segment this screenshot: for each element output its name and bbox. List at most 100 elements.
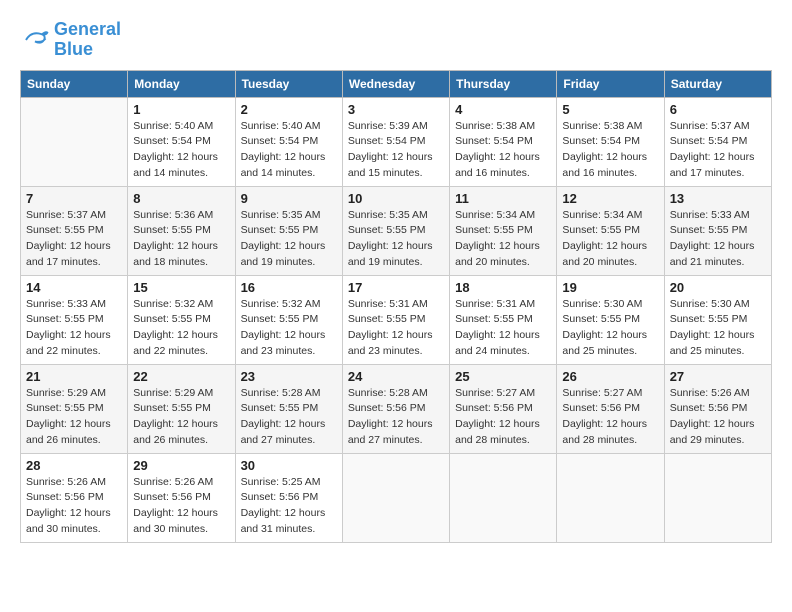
calendar-cell: 23 Sunrise: 5:28 AM Sunset: 5:55 PM Dayli…	[235, 364, 342, 453]
day-info: Sunrise: 5:29 AM Sunset: 5:55 PM Dayligh…	[26, 386, 122, 449]
calendar-cell: 16 Sunrise: 5:32 AM Sunset: 5:55 PM Dayli…	[235, 275, 342, 364]
day-number: 29	[133, 458, 229, 473]
day-info: Sunrise: 5:26 AM Sunset: 5:56 PM Dayligh…	[133, 475, 229, 538]
calendar-cell: 24 Sunrise: 5:28 AM Sunset: 5:56 PM Dayli…	[342, 364, 449, 453]
day-info: Sunrise: 5:32 AM Sunset: 5:55 PM Dayligh…	[241, 297, 337, 360]
day-number: 12	[562, 191, 658, 206]
day-info: Sunrise: 5:30 AM Sunset: 5:55 PM Dayligh…	[670, 297, 766, 360]
calendar-cell	[450, 453, 557, 542]
calendar-cell: 25 Sunrise: 5:27 AM Sunset: 5:56 PM Dayli…	[450, 364, 557, 453]
day-number: 8	[133, 191, 229, 206]
day-info: Sunrise: 5:39 AM Sunset: 5:54 PM Dayligh…	[348, 119, 444, 182]
day-number: 21	[26, 369, 122, 384]
calendar-cell: 9Sunrise: 5:35 AM Sunset: 5:55 PM Daylig…	[235, 186, 342, 275]
calendar-cell: 10 Sunrise: 5:35 AM Sunset: 5:55 PM Dayli…	[342, 186, 449, 275]
day-info: Sunrise: 5:34 AM Sunset: 5:55 PM Dayligh…	[455, 208, 551, 271]
day-info: Sunrise: 5:40 AM Sunset: 5:54 PM Dayligh…	[133, 119, 229, 182]
day-info: Sunrise: 5:27 AM Sunset: 5:56 PM Dayligh…	[455, 386, 551, 449]
day-info: Sunrise: 5:36 AM Sunset: 5:55 PM Dayligh…	[133, 208, 229, 271]
day-info: Sunrise: 5:28 AM Sunset: 5:56 PM Dayligh…	[348, 386, 444, 449]
day-of-week-header: Tuesday	[235, 70, 342, 97]
day-info: Sunrise: 5:26 AM Sunset: 5:56 PM Dayligh…	[670, 386, 766, 449]
calendar-cell: 19Sunrise: 5:30 AM Sunset: 5:55 PM Dayli…	[557, 275, 664, 364]
calendar-cell	[557, 453, 664, 542]
calendar-cell: 15 Sunrise: 5:32 AM Sunset: 5:55 PM Dayli…	[128, 275, 235, 364]
day-info: Sunrise: 5:35 AM Sunset: 5:55 PM Dayligh…	[241, 208, 337, 271]
logo-text: General Blue	[54, 20, 121, 60]
day-info: Sunrise: 5:34 AM Sunset: 5:55 PM Dayligh…	[562, 208, 658, 271]
calendar-cell: 6Sunrise: 5:37 AM Sunset: 5:54 PM Daylig…	[664, 97, 771, 186]
calendar-cell: 17 Sunrise: 5:31 AM Sunset: 5:55 PM Dayli…	[342, 275, 449, 364]
day-number: 17	[348, 280, 444, 295]
calendar-cell: 22 Sunrise: 5:29 AM Sunset: 5:55 PM Dayli…	[128, 364, 235, 453]
calendar-cell: 5 Sunrise: 5:38 AM Sunset: 5:54 PM Daylig…	[557, 97, 664, 186]
day-number: 15	[133, 280, 229, 295]
day-number: 24	[348, 369, 444, 384]
day-info: Sunrise: 5:25 AM Sunset: 5:56 PM Dayligh…	[241, 475, 337, 538]
calendar-cell: 3 Sunrise: 5:39 AM Sunset: 5:54 PM Daylig…	[342, 97, 449, 186]
day-number: 25	[455, 369, 551, 384]
day-info: Sunrise: 5:31 AM Sunset: 5:55 PM Dayligh…	[455, 297, 551, 360]
calendar-week-row: 7Sunrise: 5:37 AM Sunset: 5:55 PM Daylig…	[21, 186, 772, 275]
day-info: Sunrise: 5:31 AM Sunset: 5:55 PM Dayligh…	[348, 297, 444, 360]
day-info: Sunrise: 5:35 AM Sunset: 5:55 PM Dayligh…	[348, 208, 444, 271]
day-of-week-header: Wednesday	[342, 70, 449, 97]
day-info: Sunrise: 5:40 AM Sunset: 5:54 PM Dayligh…	[241, 119, 337, 182]
calendar-cell: 28 Sunrise: 5:26 AM Sunset: 5:56 PM Dayli…	[21, 453, 128, 542]
calendar-cell: 1 Sunrise: 5:40 AM Sunset: 5:54 PM Daylig…	[128, 97, 235, 186]
day-number: 13	[670, 191, 766, 206]
calendar-cell	[342, 453, 449, 542]
day-number: 5	[562, 102, 658, 117]
day-number: 16	[241, 280, 337, 295]
day-number: 23	[241, 369, 337, 384]
calendar-cell: 13 Sunrise: 5:33 AM Sunset: 5:55 PM Dayli…	[664, 186, 771, 275]
calendar-cell: 29 Sunrise: 5:26 AM Sunset: 5:56 PM Dayli…	[128, 453, 235, 542]
day-of-week-header: Thursday	[450, 70, 557, 97]
day-number: 4	[455, 102, 551, 117]
day-info: Sunrise: 5:38 AM Sunset: 5:54 PM Dayligh…	[455, 119, 551, 182]
calendar-cell: 26Sunrise: 5:27 AM Sunset: 5:56 PM Dayli…	[557, 364, 664, 453]
day-info: Sunrise: 5:33 AM Sunset: 5:55 PM Dayligh…	[670, 208, 766, 271]
day-of-week-header: Monday	[128, 70, 235, 97]
day-number: 11	[455, 191, 551, 206]
calendar-cell: 18Sunrise: 5:31 AM Sunset: 5:55 PM Dayli…	[450, 275, 557, 364]
day-info: Sunrise: 5:32 AM Sunset: 5:55 PM Dayligh…	[133, 297, 229, 360]
calendar-cell: 14 Sunrise: 5:33 AM Sunset: 5:55 PM Dayli…	[21, 275, 128, 364]
calendar-week-row: 14 Sunrise: 5:33 AM Sunset: 5:55 PM Dayli…	[21, 275, 772, 364]
calendar-cell	[664, 453, 771, 542]
calendar-table: SundayMondayTuesdayWednesdayThursdayFrid…	[20, 70, 772, 543]
day-number: 6	[670, 102, 766, 117]
calendar-cell: 30 Sunrise: 5:25 AM Sunset: 5:56 PM Dayli…	[235, 453, 342, 542]
day-number: 14	[26, 280, 122, 295]
page-header: General Blue	[20, 20, 772, 60]
calendar-cell: 21 Sunrise: 5:29 AM Sunset: 5:55 PM Dayli…	[21, 364, 128, 453]
day-of-week-header: Saturday	[664, 70, 771, 97]
calendar-cell: 8 Sunrise: 5:36 AM Sunset: 5:55 PM Daylig…	[128, 186, 235, 275]
day-of-week-header: Friday	[557, 70, 664, 97]
day-number: 27	[670, 369, 766, 384]
day-info: Sunrise: 5:28 AM Sunset: 5:55 PM Dayligh…	[241, 386, 337, 449]
calendar-week-row: 28 Sunrise: 5:26 AM Sunset: 5:56 PM Dayli…	[21, 453, 772, 542]
day-number: 1	[133, 102, 229, 117]
day-number: 30	[241, 458, 337, 473]
calendar-header: SundayMondayTuesdayWednesdayThursdayFrid…	[21, 70, 772, 97]
day-of-week-header: Sunday	[21, 70, 128, 97]
day-number: 3	[348, 102, 444, 117]
day-number: 10	[348, 191, 444, 206]
day-number: 19	[562, 280, 658, 295]
logo-icon	[20, 25, 50, 55]
day-info: Sunrise: 5:33 AM Sunset: 5:55 PM Dayligh…	[26, 297, 122, 360]
day-number: 22	[133, 369, 229, 384]
calendar-cell: 20Sunrise: 5:30 AM Sunset: 5:55 PM Dayli…	[664, 275, 771, 364]
calendar-week-row: 21 Sunrise: 5:29 AM Sunset: 5:55 PM Dayli…	[21, 364, 772, 453]
calendar-cell: 11 Sunrise: 5:34 AM Sunset: 5:55 PM Dayli…	[450, 186, 557, 275]
day-info: Sunrise: 5:37 AM Sunset: 5:55 PM Dayligh…	[26, 208, 122, 271]
calendar-cell: 2 Sunrise: 5:40 AM Sunset: 5:54 PM Daylig…	[235, 97, 342, 186]
day-number: 26	[562, 369, 658, 384]
day-number: 2	[241, 102, 337, 117]
day-info: Sunrise: 5:38 AM Sunset: 5:54 PM Dayligh…	[562, 119, 658, 182]
day-info: Sunrise: 5:29 AM Sunset: 5:55 PM Dayligh…	[133, 386, 229, 449]
day-info: Sunrise: 5:26 AM Sunset: 5:56 PM Dayligh…	[26, 475, 122, 538]
day-number: 28	[26, 458, 122, 473]
calendar-body: 1 Sunrise: 5:40 AM Sunset: 5:54 PM Daylig…	[21, 97, 772, 542]
